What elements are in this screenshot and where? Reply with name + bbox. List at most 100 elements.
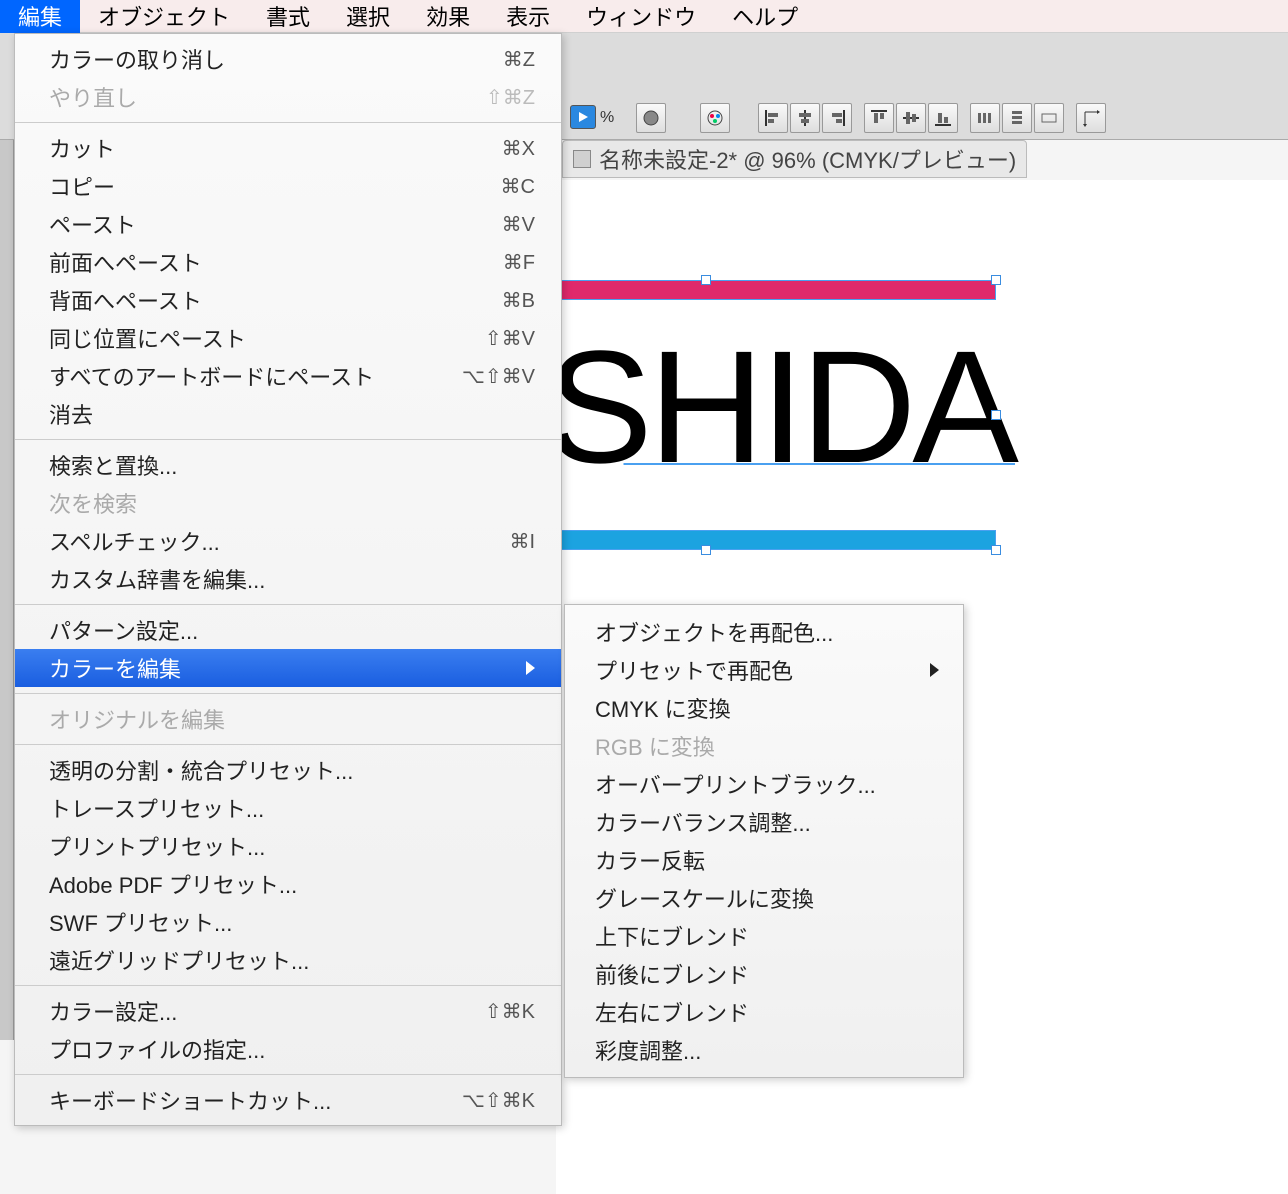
menu-separator [15, 439, 561, 440]
menu-item[interactable]: 遠近グリッドプリセット... [15, 941, 561, 979]
submenu-item-label: 上下にブレンド [595, 920, 749, 952]
menubar-item-view[interactable]: 表示 [488, 0, 568, 36]
submenu-item[interactable]: グレースケールに変換 [565, 879, 963, 917]
menu-item[interactable]: 前面へペースト⌘F [15, 243, 561, 281]
submenu-item[interactable]: CMYK に変換 [565, 689, 963, 727]
menu-item[interactable]: カラーを編集 [15, 649, 561, 687]
menu-item-label: カラー設定... [49, 995, 177, 1027]
selection-handle[interactable] [991, 545, 1001, 555]
align-right-icon[interactable] [822, 103, 852, 133]
menu-item-label: スペルチェック... [49, 525, 220, 557]
submenu-item-label: カラー反転 [595, 844, 705, 876]
menu-shortcut: ⌥⇧⌘V [462, 364, 535, 389]
menu-item-label: 消去 [49, 398, 93, 430]
menubar-item-edit[interactable]: 編集 [0, 0, 80, 36]
pink-bar[interactable] [536, 280, 996, 300]
menu-separator [15, 744, 561, 745]
menu-item[interactable]: すべてのアートボードにペースト⌥⇧⌘V [15, 357, 561, 395]
menubar: 編集 オブジェクト 書式 選択 効果 表示 ウィンドウ ヘルプ [0, 0, 1288, 33]
submenu-item[interactable]: 彩度調整... [565, 1031, 963, 1069]
menu-separator [15, 122, 561, 123]
blue-bar[interactable] [536, 530, 996, 550]
menubar-item-effect[interactable]: 効果 [408, 0, 488, 36]
menu-item[interactable]: カスタム辞書を編集... [15, 560, 561, 598]
menu-item[interactable]: カラーの取り消し⌘Z [15, 40, 561, 78]
selection-handle[interactable] [701, 275, 711, 285]
menu-shortcut: ⇧⌘V [485, 326, 535, 351]
submenu-item[interactable]: カラー反転 [565, 841, 963, 879]
menu-item[interactable]: 同じ位置にペースト⇧⌘V [15, 319, 561, 357]
menu-separator [15, 693, 561, 694]
selection-handle[interactable] [991, 275, 1001, 285]
menu-item[interactable]: 透明の分割・統合プリセット... [15, 751, 561, 789]
submenu-arrow-icon [930, 663, 939, 677]
menu-item-label: 次を検索 [49, 487, 137, 519]
distribute-v-icon[interactable] [1002, 103, 1032, 133]
percent-label: % [600, 109, 614, 127]
menu-item[interactable]: キーボードショートカット...⌥⇧⌘K [15, 1081, 561, 1119]
align-hcenter-icon[interactable] [790, 103, 820, 133]
menu-shortcut: ⌘I [509, 529, 535, 554]
recolor-button[interactable] [700, 103, 730, 133]
align-top-icon[interactable] [864, 103, 894, 133]
menu-item-label: Adobe PDF プリセット... [49, 868, 297, 900]
menu-item-label: 前面へペースト [49, 246, 202, 278]
artwork-text[interactable]: SHIDA [546, 315, 1015, 499]
menu-item-label: やり直し [49, 81, 137, 113]
submenu-item[interactable]: カラーバランス調整... [565, 803, 963, 841]
menu-item-label: オリジナルを編集 [49, 703, 225, 735]
menu-item[interactable]: パターン設定... [15, 611, 561, 649]
menu-item[interactable]: カット⌘X [15, 129, 561, 167]
menu-item[interactable]: SWF プリセット... [15, 903, 561, 941]
menu-shortcut: ⇧⌘Z [486, 85, 535, 110]
document-icon [573, 150, 591, 168]
document-tab[interactable]: 名称未設定-2* @ 96% (CMYK/プレビュー) [562, 140, 1027, 178]
menu-item[interactable]: カラー設定... ⇧⌘K [15, 992, 561, 1030]
menu-item[interactable]: ペースト⌘V [15, 205, 561, 243]
menu-item[interactable]: 消去 [15, 395, 561, 433]
graphic-style-button[interactable] [636, 103, 666, 133]
selection-handle[interactable] [991, 410, 1001, 420]
menubar-item-select[interactable]: 選択 [328, 0, 408, 36]
menu-item[interactable]: コピー⌘C [15, 167, 561, 205]
menu-item-label: カット [49, 132, 115, 164]
opacity-dropdown-icon[interactable] [570, 105, 596, 129]
submenu-item[interactable]: 左右にブレンド [565, 993, 963, 1031]
menu-shortcut: ⌘B [502, 288, 535, 313]
menu-item[interactable]: プロファイルの指定... [15, 1030, 561, 1068]
menu-separator [15, 604, 561, 605]
menu-item-label: 検索と置換... [49, 449, 177, 481]
menu-item[interactable]: Adobe PDF プリセット... [15, 865, 561, 903]
selection-handle[interactable] [701, 545, 711, 555]
menu-item[interactable]: 検索と置換... [15, 446, 561, 484]
menubar-item-help[interactable]: ヘルプ [714, 0, 816, 36]
submenu-item-label: プリセットで再配色 [595, 654, 793, 686]
align-bottom-icon[interactable] [928, 103, 958, 133]
menubar-item-type[interactable]: 書式 [248, 0, 328, 36]
menu-item[interactable]: 背面へペースト⌘B [15, 281, 561, 319]
submenu-item[interactable]: 上下にブレンド [565, 917, 963, 955]
menu-shortcut: ⇧⌘K [485, 999, 535, 1024]
submenu-item[interactable]: オーバープリントブラック... [565, 765, 963, 803]
align-vcenter-icon[interactable] [896, 103, 926, 133]
distribute-3-icon[interactable] [1034, 103, 1064, 133]
transform-button[interactable] [1076, 103, 1106, 133]
submenu-item-label: オブジェクトを再配色... [595, 616, 833, 648]
submenu-item[interactable]: プリセットで再配色 [565, 651, 963, 689]
submenu-item[interactable]: オブジェクトを再配色... [565, 613, 963, 651]
menu-item: やり直し ⇧⌘Z [15, 78, 561, 116]
submenu-item[interactable]: 前後にブレンド [565, 955, 963, 993]
menu-item: 次を検索 [15, 484, 561, 522]
menubar-item-window[interactable]: ウィンドウ [568, 0, 714, 36]
align-left-icon[interactable] [758, 103, 788, 133]
menubar-item-object[interactable]: オブジェクト [80, 0, 248, 36]
menu-separator [15, 1074, 561, 1075]
submenu-item-label: CMYK に変換 [595, 692, 731, 724]
menu-item-label: トレースプリセット... [49, 792, 264, 824]
menu-item[interactable]: スペルチェック... ⌘I [15, 522, 561, 560]
submenu-arrow-icon [526, 661, 535, 675]
document-title: 名称未設定-2* @ 96% (CMYK/プレビュー) [599, 143, 1016, 175]
menu-item[interactable]: プリントプリセット... [15, 827, 561, 865]
menu-item[interactable]: トレースプリセット... [15, 789, 561, 827]
distribute-h-icon[interactable] [970, 103, 1000, 133]
